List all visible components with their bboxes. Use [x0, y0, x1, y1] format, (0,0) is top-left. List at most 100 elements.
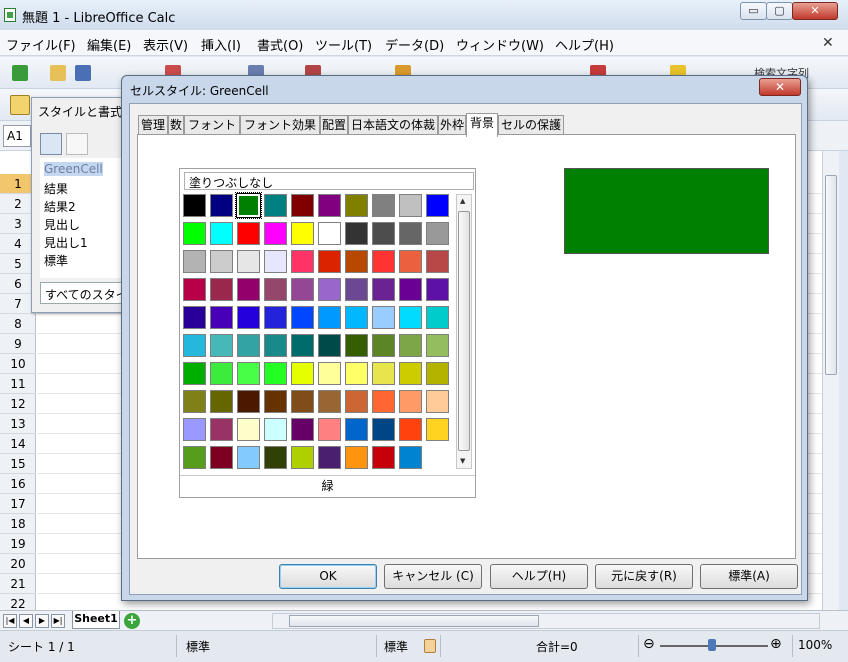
- row-number[interactable]: 10: [0, 354, 36, 374]
- no-fill-option[interactable]: 塗りつぶしなし: [184, 172, 474, 190]
- palette-scroll-thumb[interactable]: [458, 211, 470, 451]
- color-swatch[interactable]: [235, 192, 262, 219]
- color-swatch[interactable]: [264, 418, 287, 441]
- color-swatch[interactable]: [318, 418, 341, 441]
- color-swatch[interactable]: [399, 194, 422, 217]
- row-number[interactable]: 15: [0, 454, 36, 474]
- row-number[interactable]: 21: [0, 574, 36, 594]
- color-swatch[interactable]: [210, 194, 233, 217]
- color-swatch[interactable]: [345, 306, 368, 329]
- color-swatch[interactable]: [210, 446, 233, 469]
- zoom-slider-handle[interactable]: [708, 639, 716, 651]
- color-swatch[interactable]: [210, 362, 233, 385]
- color-swatch[interactable]: [345, 334, 368, 357]
- color-swatch[interactable]: [237, 334, 260, 357]
- color-swatch[interactable]: [183, 278, 206, 301]
- zoom-level[interactable]: 100%: [798, 638, 832, 652]
- color-swatch[interactable]: [318, 390, 341, 413]
- prev-sheet-button[interactable]: ◀: [19, 614, 33, 628]
- style-item[interactable]: 見出し1: [44, 234, 88, 251]
- close-window-button[interactable]: ✕: [792, 2, 838, 20]
- color-swatch[interactable]: [318, 194, 341, 217]
- color-swatch[interactable]: [372, 446, 395, 469]
- menu-edit[interactable]: 編集(E): [87, 35, 131, 54]
- color-swatch[interactable]: [318, 278, 341, 301]
- menu-data[interactable]: データ(D): [385, 35, 444, 54]
- horizontal-scroll-thumb[interactable]: [289, 615, 539, 627]
- menu-file[interactable]: ファイル(F): [6, 35, 76, 54]
- color-swatch[interactable]: [345, 250, 368, 273]
- new-document-icon[interactable]: [12, 65, 28, 81]
- color-swatch[interactable]: [399, 250, 422, 273]
- menu-format[interactable]: 書式(O): [257, 35, 303, 54]
- color-swatch[interactable]: [183, 306, 206, 329]
- color-swatch[interactable]: [291, 250, 314, 273]
- color-swatch[interactable]: [291, 306, 314, 329]
- tab-numbers[interactable]: 数: [168, 115, 184, 136]
- tab-cell-protection[interactable]: セルの保護: [498, 115, 564, 136]
- color-swatch[interactable]: [372, 222, 395, 245]
- row-number[interactable]: 11: [0, 374, 36, 394]
- color-swatch[interactable]: [291, 446, 314, 469]
- add-sheet-icon[interactable]: +: [124, 613, 140, 629]
- save-icon[interactable]: [75, 65, 91, 81]
- zoom-in-icon[interactable]: ⊕: [770, 636, 782, 652]
- color-swatch[interactable]: [372, 390, 395, 413]
- color-swatch[interactable]: [399, 306, 422, 329]
- row-number[interactable]: 20: [0, 554, 36, 574]
- tab-alignment[interactable]: 配置: [320, 115, 348, 136]
- color-swatch[interactable]: [183, 250, 206, 273]
- color-swatch[interactable]: [237, 250, 260, 273]
- color-swatch[interactable]: [264, 278, 287, 301]
- row-number[interactable]: 17: [0, 494, 36, 514]
- color-swatch[interactable]: [345, 418, 368, 441]
- vertical-scroll-thumb[interactable]: [825, 175, 837, 375]
- palette-scrollbar[interactable]: ▲ ▼: [456, 194, 472, 469]
- color-swatch[interactable]: [426, 334, 449, 357]
- color-swatch[interactable]: [345, 390, 368, 413]
- color-swatch[interactable]: [426, 362, 449, 385]
- color-swatch[interactable]: [237, 306, 260, 329]
- color-swatch[interactable]: [399, 222, 422, 245]
- color-swatch[interactable]: [426, 222, 449, 245]
- row-number[interactable]: 18: [0, 514, 36, 534]
- color-swatch[interactable]: [426, 390, 449, 413]
- color-swatch[interactable]: [183, 390, 206, 413]
- row-number[interactable]: 13: [0, 414, 36, 434]
- color-swatch[interactable]: [426, 194, 449, 217]
- color-swatch[interactable]: [345, 278, 368, 301]
- color-swatch[interactable]: [399, 390, 422, 413]
- standard-button[interactable]: 標準(A): [700, 564, 798, 589]
- color-swatch[interactable]: [264, 390, 287, 413]
- color-swatch[interactable]: [399, 418, 422, 441]
- color-swatch[interactable]: [345, 362, 368, 385]
- color-swatch[interactable]: [291, 334, 314, 357]
- style-item[interactable]: 標準: [44, 252, 68, 269]
- style-item[interactable]: 見出し: [44, 216, 80, 233]
- page-styles-icon[interactable]: [66, 133, 88, 155]
- color-swatch[interactable]: [318, 334, 341, 357]
- scroll-down-icon[interactable]: ▼: [460, 457, 465, 465]
- help-button[interactable]: ヘルプ(H): [490, 564, 588, 589]
- color-swatch[interactable]: [372, 250, 395, 273]
- color-swatch[interactable]: [291, 362, 314, 385]
- color-swatch[interactable]: [264, 306, 287, 329]
- color-swatch[interactable]: [291, 390, 314, 413]
- row-number[interactable]: 9: [0, 334, 36, 354]
- row-number[interactable]: 14: [0, 434, 36, 454]
- color-swatch[interactable]: [426, 418, 449, 441]
- color-swatch[interactable]: [399, 446, 422, 469]
- color-swatch[interactable]: [210, 334, 233, 357]
- color-swatch[interactable]: [426, 306, 449, 329]
- color-swatch[interactable]: [372, 418, 395, 441]
- color-swatch[interactable]: [183, 222, 206, 245]
- style-filter-dropdown[interactable]: すべてのスタイル: [40, 282, 130, 304]
- color-swatch[interactable]: [291, 194, 314, 217]
- reset-button[interactable]: 元に戻す(R): [595, 564, 693, 589]
- style-item[interactable]: 結果2: [44, 198, 76, 215]
- color-swatch[interactable]: [291, 222, 314, 245]
- scroll-up-icon[interactable]: ▲: [460, 197, 465, 205]
- name-box[interactable]: A1: [3, 125, 31, 147]
- color-swatch[interactable]: [237, 278, 260, 301]
- color-swatch[interactable]: [426, 250, 449, 273]
